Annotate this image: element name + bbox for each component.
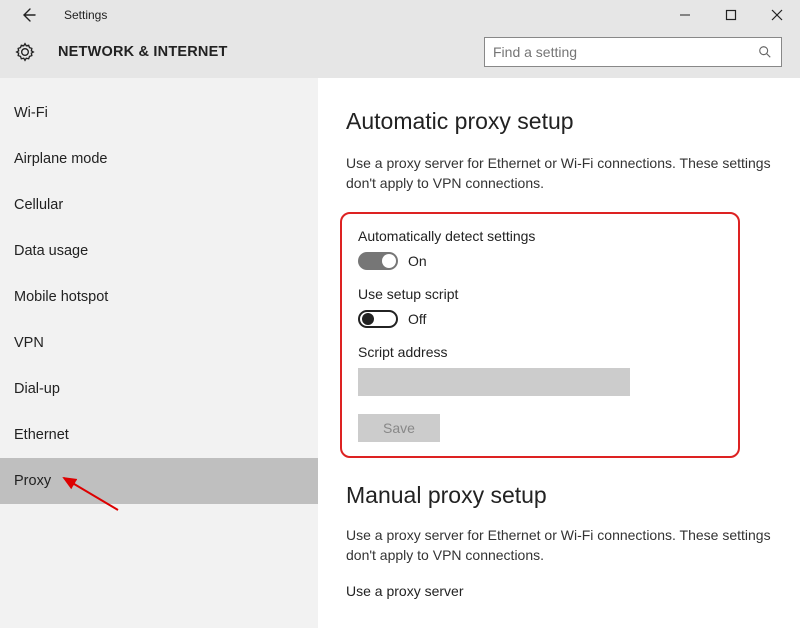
maximize-button[interactable] xyxy=(708,0,754,30)
sidebar: Wi-Fi Airplane mode Cellular Data usage … xyxy=(0,78,318,628)
sidebar-item-label: Cellular xyxy=(14,197,63,213)
section-desc-manual: Use a proxy server for Ethernet or Wi-Fi… xyxy=(346,525,772,566)
sidebar-item-ethernet[interactable]: Ethernet xyxy=(0,412,318,458)
auto-settings-group: Automatically detect settings On Use set… xyxy=(340,212,740,458)
sidebar-item-airplane[interactable]: Airplane mode xyxy=(0,136,318,182)
sidebar-item-label: Wi-Fi xyxy=(14,105,48,121)
window-title: Settings xyxy=(64,8,107,22)
setup-script-label: Use setup script xyxy=(358,286,722,302)
save-button[interactable]: Save xyxy=(358,414,440,442)
section-desc-auto: Use a proxy server for Ethernet or Wi-Fi… xyxy=(346,153,772,194)
settings-icon xyxy=(14,41,36,63)
category-title: NETWORK & INTERNET xyxy=(58,44,228,60)
body: Wi-Fi Airplane mode Cellular Data usage … xyxy=(0,78,800,628)
setup-script-toggle-row: Off xyxy=(358,310,722,328)
main-panel: Automatic proxy setup Use a proxy server… xyxy=(318,78,800,628)
sidebar-item-wifi[interactable]: Wi-Fi xyxy=(0,90,318,136)
section-heading-manual: Manual proxy setup xyxy=(346,482,772,509)
sidebar-item-label: Dial-up xyxy=(14,381,60,397)
sidebar-item-label: Ethernet xyxy=(14,427,69,443)
sidebar-item-proxy[interactable]: Proxy xyxy=(0,458,318,504)
section-heading-auto: Automatic proxy setup xyxy=(346,108,772,135)
sidebar-item-label: Mobile hotspot xyxy=(14,289,108,305)
window-controls xyxy=(662,0,800,30)
annotation-arrow-icon xyxy=(56,470,126,520)
script-address-label: Script address xyxy=(358,344,722,360)
sidebar-item-dialup[interactable]: Dial-up xyxy=(0,366,318,412)
auto-detect-toggle-row: On xyxy=(358,252,722,270)
toggle-knob xyxy=(362,313,374,325)
search-input[interactable] xyxy=(493,44,757,60)
search-box[interactable] xyxy=(484,37,782,67)
auto-detect-state: On xyxy=(408,253,427,269)
use-proxy-label: Use a proxy server xyxy=(346,583,772,599)
search-icon xyxy=(757,44,773,60)
auto-detect-toggle[interactable] xyxy=(358,252,398,270)
close-button[interactable] xyxy=(754,0,800,30)
sidebar-item-vpn[interactable]: VPN xyxy=(0,320,318,366)
script-address-input[interactable] xyxy=(358,368,630,396)
sidebar-item-cellular[interactable]: Cellular xyxy=(0,182,318,228)
toggle-knob xyxy=(382,254,396,268)
sidebar-item-label: Proxy xyxy=(14,473,51,489)
auto-detect-label: Automatically detect settings xyxy=(358,228,722,244)
sidebar-item-data-usage[interactable]: Data usage xyxy=(0,228,318,274)
titlebar: Settings xyxy=(0,0,800,30)
sidebar-item-mobile-hotspot[interactable]: Mobile hotspot xyxy=(0,274,318,320)
setup-script-toggle[interactable] xyxy=(358,310,398,328)
sidebar-item-label: Data usage xyxy=(14,243,88,259)
header: NETWORK & INTERNET xyxy=(0,30,800,78)
back-button[interactable] xyxy=(18,5,38,25)
setup-script-state: Off xyxy=(408,311,426,327)
sidebar-item-label: VPN xyxy=(14,335,44,351)
sidebar-item-label: Airplane mode xyxy=(14,151,108,167)
minimize-button[interactable] xyxy=(662,0,708,30)
